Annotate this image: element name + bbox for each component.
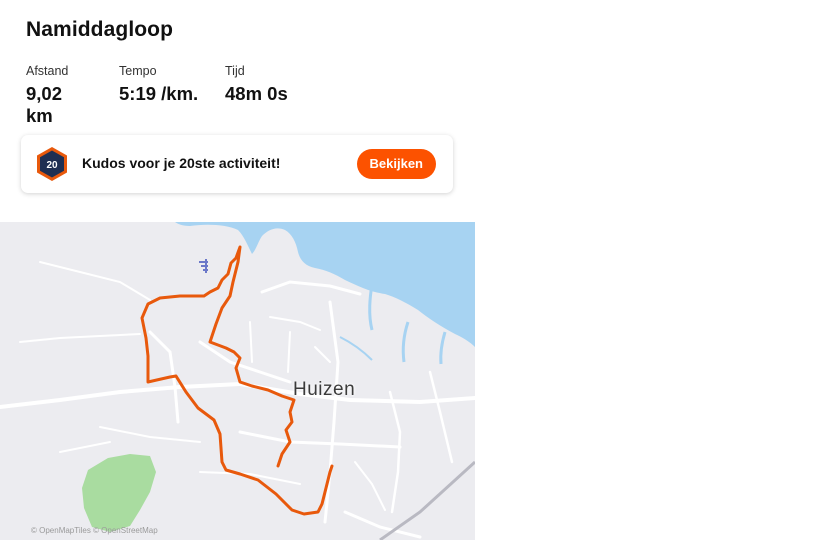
stat-pace: Tempo 5:19 /km.: [119, 64, 199, 127]
badge-number: 20: [46, 160, 58, 171]
canal: [368, 283, 374, 331]
view-button[interactable]: Bekijken: [356, 149, 436, 179]
map-place-label: Huizen: [293, 379, 356, 400]
stat-time-label: Tijd: [225, 64, 245, 78]
kudos-message: Kudos voor je 20ste activiteit!: [82, 155, 281, 171]
kudos-card: 20 Kudos voor je 20ste activiteit! Bekij…: [21, 135, 453, 193]
canal: [439, 331, 447, 365]
road-network: [0, 261, 475, 539]
park-area: [82, 454, 156, 532]
activity-title: Namiddagloop: [26, 18, 174, 41]
stat-distance: Afstand 9,02 km: [26, 64, 93, 127]
stat-pace-label: Tempo: [119, 64, 157, 78]
map-attribution[interactable]: © OpenMapTiles © OpenStreetMap: [31, 526, 158, 535]
canal: [339, 336, 373, 361]
stat-time: Tijd 48m 0s: [225, 64, 288, 127]
route-map[interactable]: Huizen © OpenMapTiles © OpenStreetMap: [0, 222, 475, 540]
stat-distance-value: 9,02 km: [26, 83, 63, 126]
stat-distance-label: Afstand: [26, 64, 69, 78]
canal: [401, 321, 410, 363]
map-canvas: [0, 222, 475, 540]
milestone-badge-icon: 20: [37, 147, 67, 181]
stats-row: Afstand 9,02 km Tempo 5:19 /km. Tijd 48m…: [26, 64, 314, 127]
stat-time-value: 48m 0s: [225, 83, 288, 104]
stat-pace-value: 5:19 /km.: [119, 83, 199, 104]
marina-icon: [199, 259, 208, 273]
